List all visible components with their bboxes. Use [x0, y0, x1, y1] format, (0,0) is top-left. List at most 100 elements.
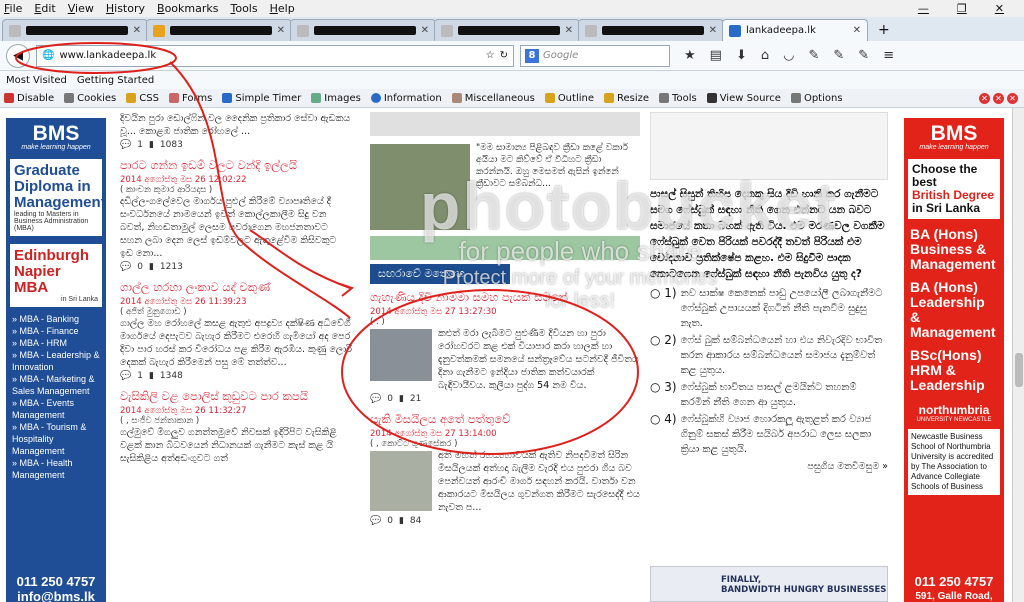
section-header[interactable]: සඟරාවේ මතෙහෙ: [370, 264, 510, 284]
tab-4[interactable]: ✕: [434, 19, 580, 41]
dev-simple-timer[interactable]: Simple Timer: [222, 93, 301, 104]
bookmark-getting-started[interactable]: Getting Started: [77, 75, 154, 86]
bookmark-most-visited[interactable]: Most Visited: [6, 75, 67, 86]
article[interactable]: ගැහැණිය දිවි නාමමා සමහ පැයක් සටනේ 2014 අ…: [370, 290, 640, 404]
close-tab-icon[interactable]: ✕: [853, 25, 861, 36]
close-tab-icon[interactable]: ✕: [133, 25, 141, 36]
dev-forms[interactable]: Forms: [168, 93, 212, 104]
pocket-icon[interactable]: ◡: [783, 48, 794, 63]
close-tab-icon[interactable]: ✕: [277, 25, 285, 36]
dev-toolbar-remove-icon[interactable]: ✕: [1007, 92, 1018, 104]
left-advertisement[interactable]: BMS make learning happen Graduate Diplom…: [6, 118, 106, 602]
dev-options[interactable]: Options: [790, 93, 843, 104]
list-item: MBA - Banking: [12, 313, 100, 325]
menu-view[interactable]: View: [68, 2, 94, 15]
article[interactable]: වැසිකිලි වළ පොලිස් කුඩුවට පාර කපයි 2014 …: [120, 389, 352, 465]
back-button[interactable]: ◀: [6, 43, 30, 68]
download-icon[interactable]: ⬇: [736, 48, 747, 63]
home-icon[interactable]: ⌂: [761, 48, 769, 63]
dev-toolbar-stop-icon[interactable]: ✕: [993, 92, 1004, 104]
bottom-banner-ad[interactable]: FINALLY, BANDWIDTH HUNGRY BUSINESSES: [650, 566, 888, 602]
close-tab-icon[interactable]: ✕: [565, 25, 573, 36]
menu-bookmarks[interactable]: Bookmarks: [157, 2, 218, 15]
close-tab-icon[interactable]: ✕: [709, 25, 717, 36]
close-window-button[interactable]: ✕: [995, 2, 1004, 15]
article-title[interactable]: වැසිකිලි වළ පොලිස් කුඩුවට පාර කපයි: [120, 389, 352, 404]
article-text: ගල්මුවේ මීගලුව ගනත්තමුවේ නිවසක් ඉදිරිපිට…: [120, 427, 337, 464]
dev-cookies[interactable]: Cookies: [64, 93, 116, 104]
search-input[interactable]: Google: [543, 50, 578, 61]
brush-icon[interactable]: ✎: [858, 48, 869, 63]
dev-tools[interactable]: Tools: [659, 93, 697, 104]
menu-history[interactable]: History: [106, 2, 145, 15]
article-title[interactable]: ගාල්ල හරහා ලංකාව යද් චකුණ්: [120, 280, 352, 295]
menu-file[interactable]: File: [4, 2, 22, 15]
search-bar[interactable]: 8 Google: [520, 44, 670, 67]
url-bar[interactable]: 🌐 www.lankadeepa.lk ☆ ↻: [36, 44, 514, 67]
article-image-top[interactable]: [370, 112, 640, 136]
article[interactable]: යැකි මිසයිලය අතේ පත්තුවේ 2014 අගෝස්තු මස…: [370, 412, 640, 526]
new-tab-button[interactable]: +: [878, 22, 890, 38]
program-list: MBA - Banking MBA - Finance MBA - HRM MB…: [12, 313, 100, 481]
star-icon[interactable]: ★: [684, 48, 696, 63]
ad-box-napier: Edinburgh Napier MBA in Sri Lanka: [10, 244, 102, 307]
right-advertisement[interactable]: BMS make learning happen Choose the best…: [904, 118, 1004, 602]
article[interactable]: ගාල්ල හරහා ලංකාව යද් චකුණ් 2014 අගෝස්තු …: [120, 280, 352, 381]
previous-polls-link[interactable]: පසුගිය මතවිමසුම »: [650, 461, 888, 472]
google-icon[interactable]: 8: [525, 48, 539, 63]
dev-miscellaneous[interactable]: Miscellaneous: [451, 93, 535, 104]
scrollbar-thumb[interactable]: [1015, 353, 1023, 387]
article-thumbnail[interactable]: [370, 329, 432, 381]
reload-icon[interactable]: ↻: [500, 50, 508, 61]
ad-program: BA (Hons) Business & Management: [910, 226, 996, 272]
poll-option[interactable]: ○ 3) ෆේස්බුක් භාවිතය පාසල් ළමයින්ට තහනම් …: [650, 380, 888, 410]
tab-3[interactable]: ✕: [290, 19, 436, 41]
article-title[interactable]: යැකි මිසයිලය අතේ පත්තුවේ: [370, 412, 640, 427]
dev-view-source[interactable]: View Source: [706, 93, 781, 104]
poll-option[interactable]: ○ 2) ෆේස් බුක් සම්බන්ධයෙන් හා එය නිවැරදිව…: [650, 333, 888, 378]
comment-icon[interactable]: 💬: [370, 516, 381, 526]
dev-css[interactable]: CSS: [126, 93, 159, 104]
article-author: ( අජිත් මුනුගොඩ ): [120, 307, 187, 317]
bookmark-star-icon[interactable]: ☆: [486, 50, 495, 61]
dev-disable[interactable]: Disable: [4, 93, 54, 104]
comment-icon[interactable]: 💬: [120, 262, 131, 272]
menu-icon[interactable]: ≡: [883, 48, 894, 63]
poll-option[interactable]: ○ 4) ෆේස්බුක්හි ව්‍යාජ හොරකලූ ඇතුළත් කර ව…: [650, 412, 888, 457]
tool-icon[interactable]: ✎: [833, 48, 844, 63]
list-item: MBA - Tourism & Hospitality Management: [12, 421, 100, 457]
dev-information[interactable]: Information: [370, 93, 442, 104]
article-title[interactable]: පාරට ගන්න ඉඩම් වලට වන්දි ඉල්ලයි: [120, 158, 352, 173]
comment-icon[interactable]: 💬: [120, 371, 131, 381]
vertical-scrollbar[interactable]: [1012, 108, 1024, 602]
article-title[interactable]: ගැහැණිය දිවි නාමමා සමහ පැයක් සටනේ: [370, 290, 640, 305]
dev-resize[interactable]: Resize: [604, 93, 649, 104]
article-meta: 💬 0 ▮ 21: [370, 394, 422, 404]
maximize-button[interactable]: ❐: [957, 2, 967, 15]
dev-images[interactable]: Images: [311, 93, 361, 104]
menu-tools[interactable]: Tools: [230, 2, 257, 15]
tab-5[interactable]: ✕: [578, 19, 724, 41]
article: දිවයින පුරා ඩොල්ෆින් වල දෛනික ප්‍රතිකාර …: [120, 112, 352, 150]
close-tab-icon[interactable]: ✕: [421, 25, 429, 36]
banner-line: BANDWIDTH HUNGRY BUSINESSES: [721, 585, 887, 595]
tab-active[interactable]: lankadeepa.lk ✕: [722, 19, 868, 41]
pen-icon[interactable]: ✎: [808, 48, 819, 63]
comment-icon[interactable]: 💬: [370, 394, 381, 404]
article-thumbnail[interactable]: [370, 451, 432, 511]
tab-2[interactable]: ✕: [146, 19, 292, 41]
tab-1[interactable]: ✕: [2, 19, 148, 41]
minimize-button[interactable]: —: [918, 2, 929, 15]
dev-outline[interactable]: Outline: [544, 93, 594, 104]
ad-program: BA (Hons) Leadership & Management: [910, 279, 996, 340]
dev-toolbar-close-icon[interactable]: ✕: [979, 92, 990, 104]
article[interactable]: පාරට ගන්න ඉඩම් වලට වන්දි ඉල්ලයි 2014 අගෝ…: [120, 158, 352, 272]
menu-edit[interactable]: Edit: [34, 2, 55, 15]
reading-list-icon[interactable]: ▤: [710, 48, 722, 63]
menu-help[interactable]: Help: [270, 2, 295, 15]
ad-box-diploma: Graduate Diploma in Management leading t…: [10, 159, 106, 236]
page-content: BMS make learning happen Graduate Diplom…: [0, 108, 1024, 602]
cricket-image[interactable]: [370, 144, 470, 230]
comment-icon[interactable]: 💬: [120, 140, 131, 150]
poll-option[interactable]: ○ 1) නව සාක්ෂ කෙනෙක් පාඩු උපයෝලී ලබාගැනීම…: [650, 286, 888, 331]
